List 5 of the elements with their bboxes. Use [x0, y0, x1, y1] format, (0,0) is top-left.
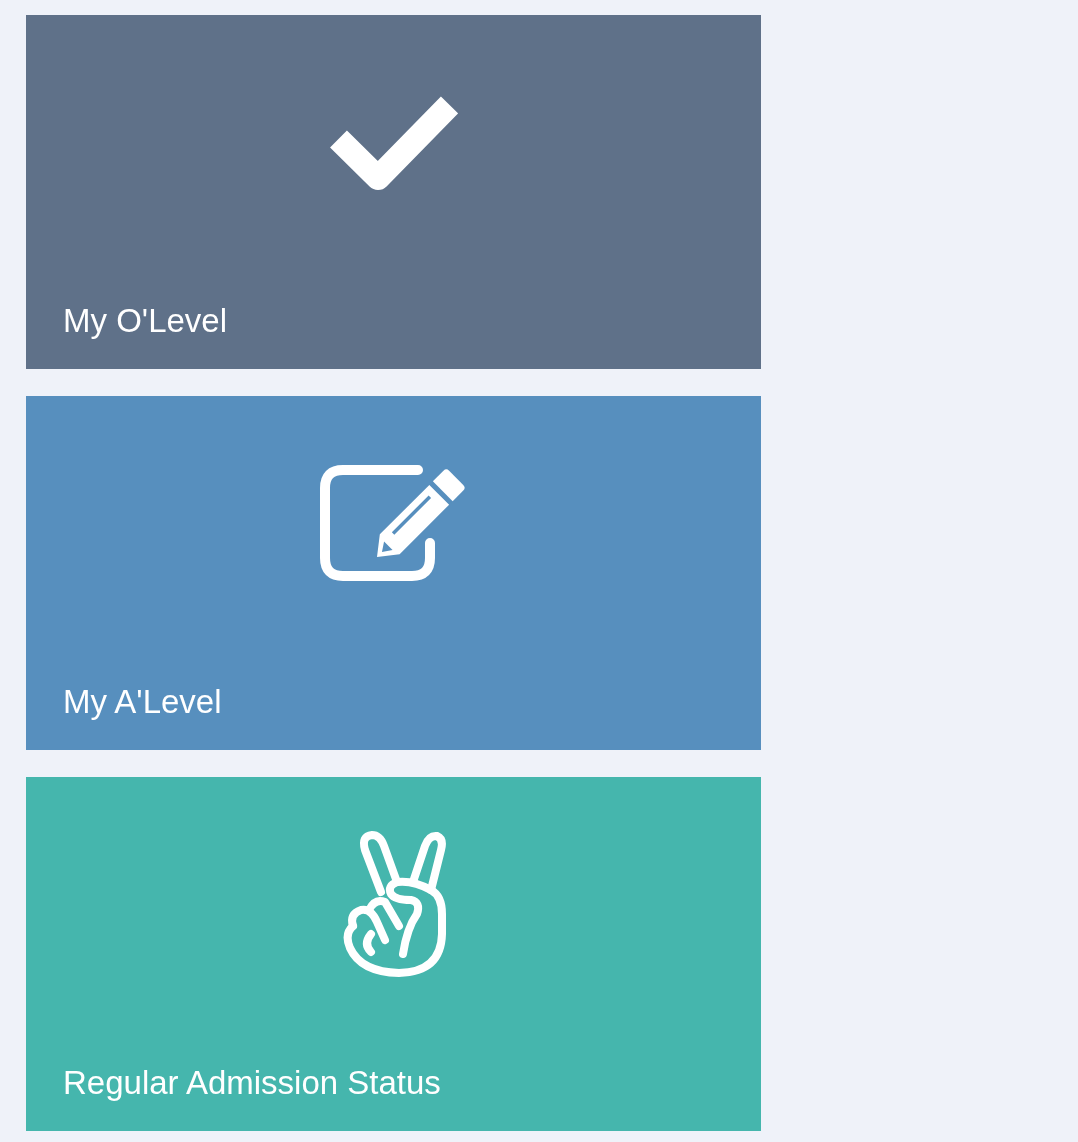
peace-hand-icon — [341, 830, 446, 978]
dashboard-tile[interactable]: My A'Level — [26, 396, 761, 750]
dashboard-tile[interactable]: Regular Admission Status — [26, 777, 761, 1131]
dashboard-tile[interactable]: My O'Level — [26, 15, 761, 369]
pencil-square-icon — [320, 465, 467, 581]
